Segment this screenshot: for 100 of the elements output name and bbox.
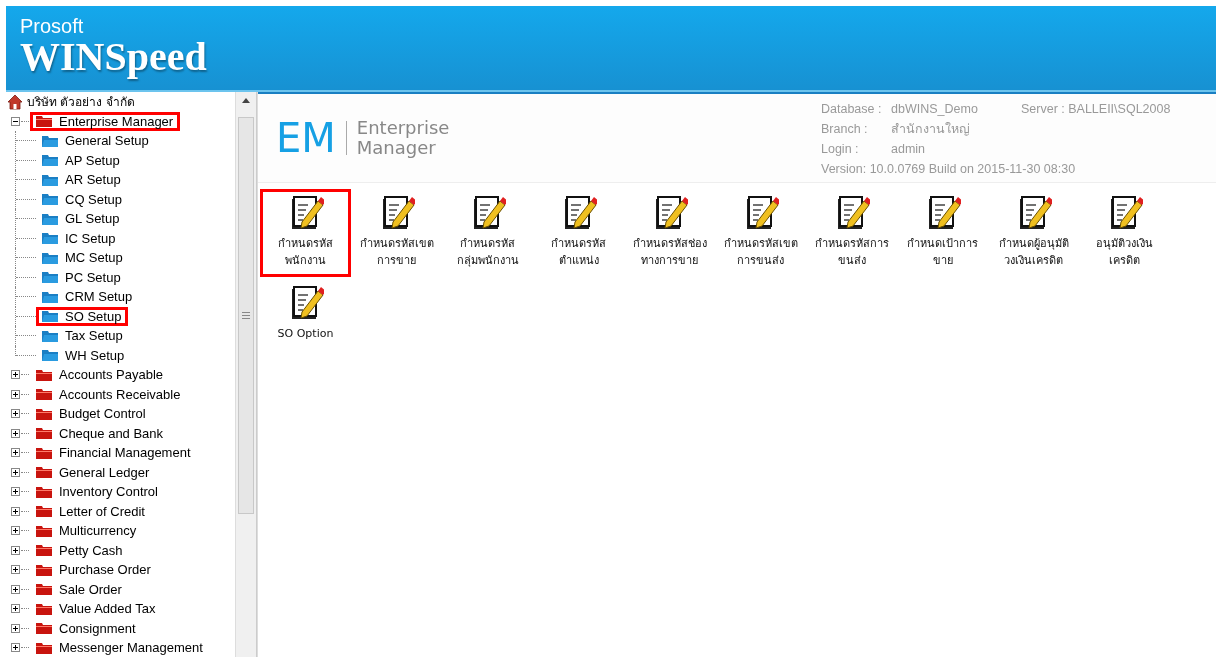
tree-item[interactable]: IC Setup	[36, 228, 123, 248]
folder-icon	[41, 133, 59, 148]
folder-icon	[35, 484, 53, 499]
folder-icon	[35, 543, 53, 558]
tile-label: อนุมัติวงเงิน เครดิต	[1096, 236, 1153, 269]
tree-item[interactable]: Accounts Payable	[30, 365, 171, 385]
tree-item[interactable]: CQ Setup	[36, 189, 130, 209]
expand-icon[interactable]	[11, 506, 20, 516]
folder-icon	[41, 289, 59, 304]
tree-item[interactable]: Inventory Control	[30, 482, 165, 502]
tile-label: กำหนดรหัสเขต การขนส่ง	[723, 236, 798, 269]
expand-icon[interactable]	[11, 623, 20, 633]
setup-tile[interactable]: กำหนดรหัส กลุ่มพนักงาน	[442, 189, 533, 277]
info-label: Login :	[821, 142, 860, 156]
expand-icon[interactable]	[11, 643, 20, 653]
folder-icon	[35, 640, 53, 655]
expand-icon[interactable]	[11, 467, 20, 477]
folder-icon	[41, 153, 59, 168]
tile-label: กำหนดรหัสเขต การขาย	[359, 236, 434, 269]
info-label: Branch :	[821, 122, 869, 136]
tree-item[interactable]: SO Setup	[36, 306, 129, 326]
tree-item[interactable]: WH Setup	[36, 345, 132, 365]
tile-label: กำหนดผู้อนุมัติ วงเงินเครดิต	[998, 236, 1069, 269]
tree-item[interactable]: Tax Setup	[36, 326, 130, 346]
brand-name: Prosoft	[20, 16, 85, 36]
tree-item[interactable]: Multicurrency	[30, 521, 144, 541]
tree-item[interactable]: Accounts Receivable	[30, 384, 188, 404]
tree-item[interactable]: Purchase Order	[30, 560, 158, 580]
tree-item[interactable]: Messenger Management	[30, 638, 210, 657]
folder-icon	[35, 621, 53, 636]
folder-icon	[35, 387, 53, 402]
setup-tile[interactable]: กำหนดผู้อนุมัติ วงเงินเครดิต	[988, 189, 1079, 277]
tree-item[interactable]: AP Setup	[36, 150, 127, 170]
tree-item[interactable]: Enterprise Manager	[30, 111, 181, 131]
tree-item[interactable]: Financial Management	[30, 443, 198, 463]
folder-icon	[41, 250, 59, 265]
module-title: Enterprise Manager	[356, 118, 450, 158]
folder-icon	[35, 504, 53, 519]
tree-item[interactable]: Budget Control	[30, 404, 153, 424]
folder-icon	[35, 562, 53, 577]
info-label: Database :	[821, 102, 883, 116]
expand-icon[interactable]	[11, 409, 20, 419]
company-name[interactable]: บริษัท ตัวอย่าง จำกัด	[27, 92, 135, 112]
tree-item[interactable]: Consignment	[30, 618, 143, 638]
setup-tile[interactable]: กำหนดเป้าการ ขาย	[897, 189, 988, 277]
scroll-thumb[interactable]	[238, 117, 254, 514]
house-icon	[7, 93, 23, 110]
setup-tile[interactable]: อนุมัติวงเงิน เครดิต	[1079, 189, 1170, 277]
tree-item[interactable]: CRM Setup	[36, 287, 140, 307]
expand-icon[interactable]	[11, 428, 20, 438]
scrollbar[interactable]	[235, 92, 256, 657]
folder-icon	[35, 465, 53, 480]
tile-label: กำหนดรหัส ตำแหน่ง	[551, 236, 606, 269]
folder-icon	[35, 601, 53, 616]
tree-item[interactable]: Cheque and Bank	[30, 423, 171, 443]
setup-tile[interactable]: กำหนดรหัส พนักงาน	[260, 189, 351, 277]
folder-icon	[41, 211, 59, 226]
folder-icon	[35, 523, 53, 538]
expand-icon[interactable]	[11, 565, 20, 575]
info-value: สำนักงานใหญ่	[891, 121, 971, 138]
expand-icon[interactable]	[11, 526, 20, 536]
tree-item[interactable]: GL Setup	[36, 209, 127, 229]
tree-item[interactable]: Value Added Tax	[30, 599, 163, 619]
scroll-up-icon[interactable]	[242, 98, 250, 103]
folder-icon	[41, 328, 59, 343]
tree-item[interactable]: General Setup	[36, 131, 156, 151]
info-value: admin	[891, 142, 927, 156]
expand-icon[interactable]	[11, 545, 20, 555]
tile-label: กำหนดรหัสช่อง ทางการขาย	[632, 236, 707, 269]
expand-icon[interactable]	[11, 389, 20, 399]
expand-icon[interactable]	[11, 584, 20, 594]
folder-icon	[41, 270, 59, 285]
setup-tile[interactable]: กำหนดรหัสเขต การขาย	[351, 189, 442, 277]
tree-item[interactable]: General Ledger	[30, 462, 157, 482]
tree-item[interactable]: Sale Order	[30, 579, 129, 599]
expand-icon[interactable]	[11, 487, 20, 497]
product-logo: WINSpeed	[20, 36, 208, 78]
folder-icon	[35, 367, 53, 382]
version-info: Version: 10.0.0769 Build on 2015-11-30 08:30	[821, 162, 1076, 176]
folder-icon	[41, 192, 59, 207]
tree-item[interactable]: Petty Cash	[30, 540, 130, 560]
setup-tile[interactable]: กำหนดรหัสช่อง ทางการขาย	[624, 189, 715, 277]
expand-icon[interactable]	[11, 604, 20, 614]
folder-icon	[41, 231, 59, 246]
tile-label: กำหนดรหัส กลุ่มพนักงาน	[456, 236, 519, 269]
setup-tile[interactable]: กำหนดรหัสเขต การขนส่ง	[715, 189, 806, 277]
tree-item[interactable]: Letter of Credit	[30, 501, 152, 521]
folder-icon	[35, 426, 53, 441]
tile-label: กำหนดรหัสการ ขนส่ง	[814, 236, 889, 269]
tree-item[interactable]: PC Setup	[36, 267, 128, 287]
tree-item[interactable]: MC Setup	[36, 248, 130, 268]
info-value: dbWINS_Demo	[891, 102, 979, 116]
expand-icon[interactable]	[11, 448, 20, 458]
collapse-icon[interactable]	[11, 116, 20, 126]
setup-tile[interactable]: กำหนดรหัส ตำแหน่ง	[533, 189, 624, 277]
setup-tile[interactable]: SO Option	[260, 279, 351, 367]
expand-icon[interactable]	[11, 370, 20, 380]
setup-tile[interactable]: กำหนดรหัสการ ขนส่ง	[806, 189, 897, 277]
folder-icon	[35, 445, 53, 460]
tree-item[interactable]: AR Setup	[36, 170, 128, 190]
